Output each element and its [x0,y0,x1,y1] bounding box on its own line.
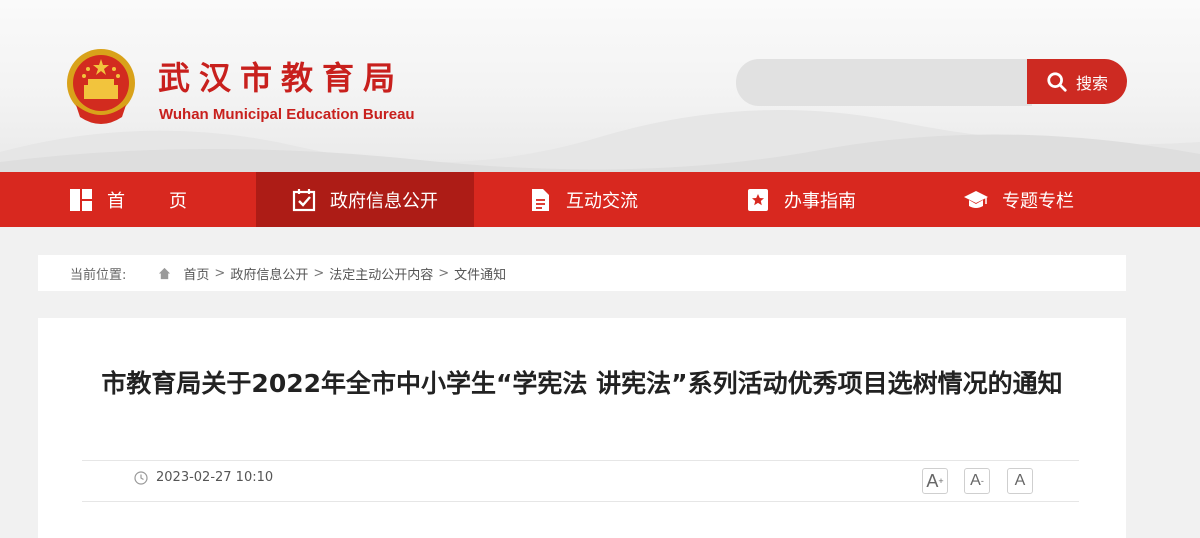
nav-item-special[interactable]: 专题专栏 [910,172,1128,227]
document-icon [532,188,549,211]
breadcrumb: 当前位置: 首页 > 政府信息公开 > 法定主动公开内容 > 文件通知 [38,255,1126,291]
breadcrumb-link[interactable]: 法定主动公开内容 [329,264,433,283]
font-size-small-button[interactable]: A [1007,468,1033,494]
font-size-large-label: A [926,470,939,491]
font-size-medium-button[interactable]: A- [964,468,990,494]
search-input[interactable] [736,59,1032,106]
nav-item-label: 互动交流 [566,190,638,212]
home-grid-icon [70,188,92,211]
national-emblem-icon [67,49,135,124]
article-date: 2023-02-27 10:10 [134,470,273,485]
nav-item-interaction[interactable]: 互动交流 [474,172,692,227]
font-size-large-button[interactable]: A + [922,468,948,494]
article-card: 市教育局关于2022年全市中小学生“学宪法 讲宪法”系列活动优秀项目选树情况的通… [38,318,1126,538]
nav-item-guide[interactable]: 办事指南 [692,172,910,227]
nav-item-label: 专题专栏 [1002,190,1074,212]
graduation-cap-icon [964,190,988,208]
site-name: 武汉市教育局 [158,59,405,97]
search-icon [1047,71,1067,92]
search-button-label: 搜索 [1075,73,1108,93]
clock-icon [134,470,148,485]
nav-item-label: 办事指南 [784,190,856,212]
divider [82,460,1079,461]
breadcrumb-separator: > [214,265,226,281]
breadcrumb-separator: > [438,265,450,281]
search-button[interactable]: 搜索 [1027,59,1127,104]
article-date-text: 2023-02-27 10:10 [156,470,274,485]
breadcrumb-lead: 当前位置: [70,267,127,283]
bookmark-star-icon [748,188,768,211]
nav-item-gov-info[interactable]: 政府信息公开 [256,172,474,227]
article-title: 市教育局关于2022年全市中小学生“学宪法 讲宪法”系列活动优秀项目选树情况的通… [101,369,1063,398]
breadcrumb-link[interactable]: 政府信息公开 [230,264,308,283]
font-size-large-sup: + [938,476,944,486]
nav-item-home[interactable]: 首页 [0,172,256,227]
breadcrumb-link[interactable]: 文件通知 [454,264,506,283]
checkbox-calendar-icon [292,188,316,211]
site-name-en: Wuhan Municipal Education Bureau [159,106,415,123]
breadcrumb-separator: > [313,265,325,281]
divider [82,501,1079,502]
site-header: 武汉市教育局 Wuhan Municipal Education Bureau … [0,0,1200,172]
font-size-medium-label: A [970,472,981,489]
font-size-medium-sup: - [980,476,984,486]
breadcrumb-link[interactable]: 首页 [183,264,209,283]
home-icon [159,267,171,279]
nav-item-label: 政府信息公开 [330,190,438,212]
main-nav: 首页 政府信息公开 互动交流 办事指南 专题专栏 [0,172,1200,227]
font-size-small-label: A [1014,472,1026,489]
nav-item-label: 首页 [107,190,231,212]
